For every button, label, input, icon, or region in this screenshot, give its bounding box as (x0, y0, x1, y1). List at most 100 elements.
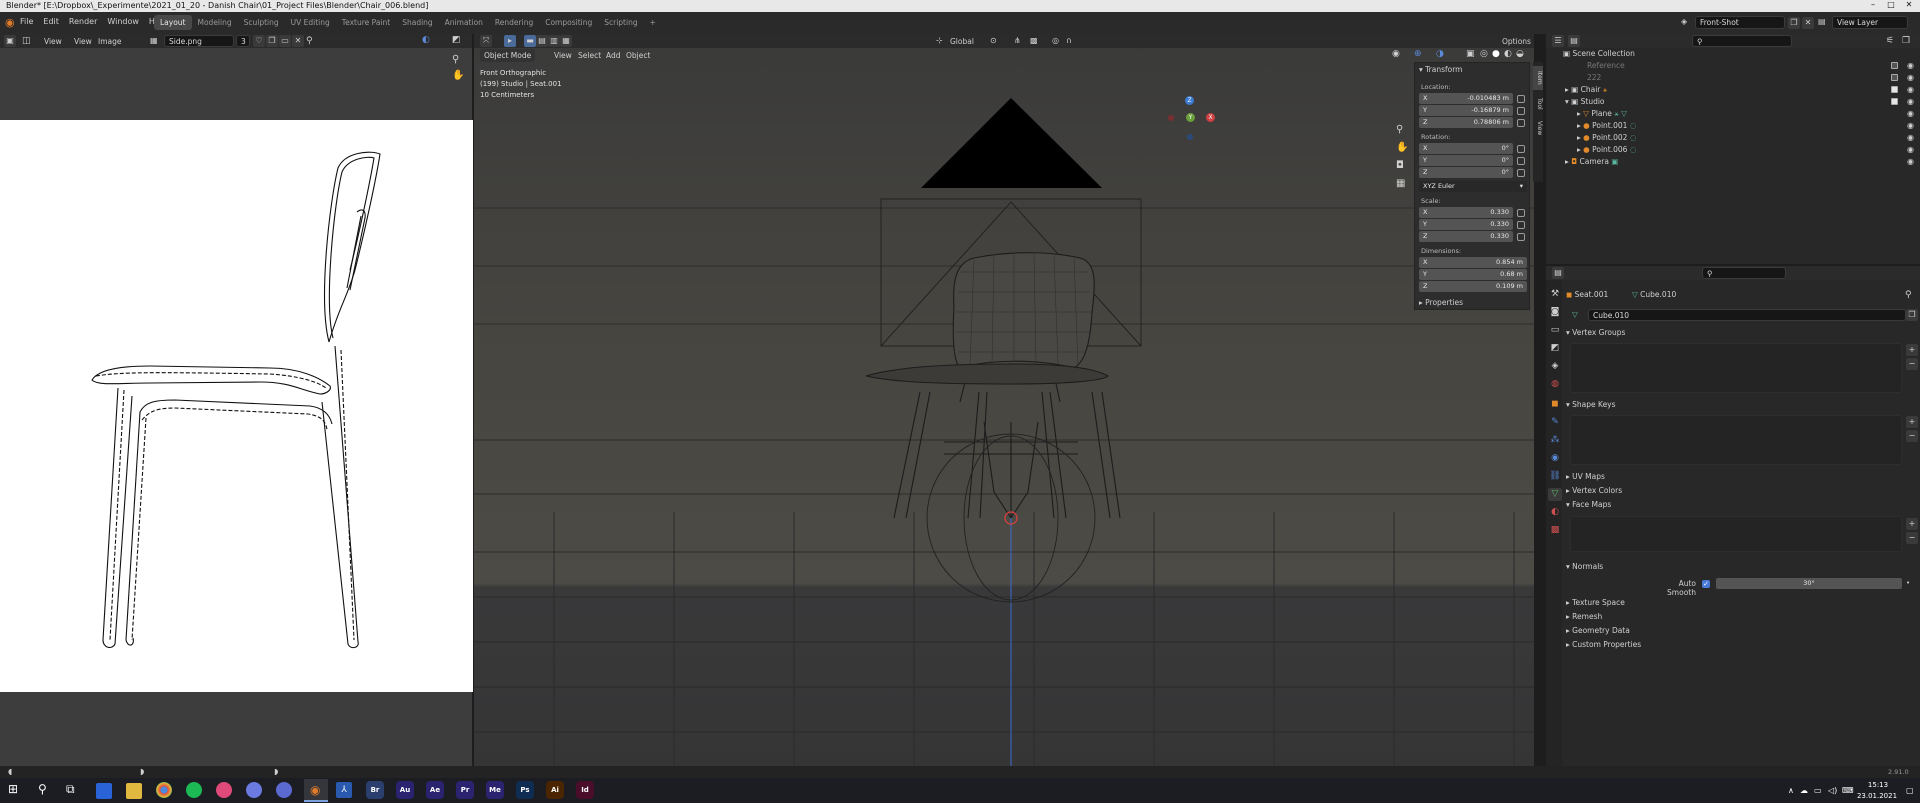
tab-item[interactable]: Item (1533, 66, 1543, 90)
dropbox-icon[interactable] (96, 783, 112, 799)
location-y-field[interactable]: Y -0.16879 m (1419, 105, 1513, 116)
open-image-icon[interactable]: ▭ (279, 35, 291, 47)
blender-taskbar-button[interactable]: ◉ (304, 779, 328, 802)
gizmo-z-axis[interactable]: Z (1185, 96, 1194, 105)
app-icon[interactable] (246, 782, 262, 798)
select-extend-icon[interactable]: ▤ (536, 35, 548, 47)
display-mode-icon[interactable]: ▤ (1568, 35, 1580, 47)
app-icon[interactable] (276, 782, 292, 798)
outliner-row[interactable]: ▾ ▣ Studio ◉ (1557, 96, 1920, 108)
viewport-select-menu[interactable]: Select (578, 51, 601, 60)
pan-hand-icon[interactable]: ✋ (452, 70, 464, 81)
tray-chevron-icon[interactable]: ∧ (1788, 786, 1794, 795)
image-editor-canvas[interactable]: ⚲ ✋ (0, 48, 473, 766)
menu-render[interactable]: Render (69, 17, 97, 26)
transform-tool-icon[interactable]: ⤧ (480, 35, 492, 47)
perspective-toggle-icon[interactable]: ▦ (1396, 178, 1405, 189)
taskbar-app-icon[interactable]: Ps (516, 781, 534, 799)
add-vertex-group-button[interactable]: + (1906, 344, 1918, 356)
tool-tab-icon[interactable]: ⚒ (1548, 288, 1562, 301)
snap-target-icon[interactable]: ▩ (1030, 36, 1038, 45)
file-explorer-icon[interactable] (126, 783, 142, 799)
unlink-image-icon[interactable]: ✕ (292, 35, 304, 47)
particles-tab-icon[interactable]: ⁂ (1548, 434, 1562, 447)
lock-icon[interactable] (1517, 145, 1525, 153)
mesh-data-tab-icon[interactable]: ▽ (1548, 488, 1562, 501)
dimensions-x-field[interactable]: X 0.854 m (1419, 257, 1527, 268)
physics-tab-icon[interactable]: ◉ (1548, 452, 1562, 465)
view-layer-tab-icon[interactable]: ◩ (1548, 342, 1562, 355)
select-invert-icon[interactable]: ▦ (560, 35, 572, 47)
navigation-gizmo[interactable]: Z Y X (1158, 96, 1218, 156)
gizmo-y-axis[interactable]: Y (1186, 113, 1195, 122)
gizmo-toggle-icon[interactable]: ⊕ (1414, 49, 1422, 59)
falloff-icon[interactable]: ∩ (1066, 36, 1072, 45)
lock-icon[interactable] (1517, 221, 1525, 229)
outliner-row[interactable]: ▸ ● Point.006 ◌ ◉ (1557, 144, 1920, 156)
tab-rendering[interactable]: Rendering (489, 15, 539, 30)
tab-animation[interactable]: Animation (439, 15, 489, 30)
outliner-row[interactable]: ▸ ▣ Chair ⚹ ◉ (1557, 84, 1920, 96)
delete-scene-icon[interactable]: ✕ (1802, 17, 1814, 29)
geometry-data-header[interactable]: ▸ Geometry Data (1566, 626, 1630, 635)
notifications-icon[interactable]: ▢ (1906, 786, 1914, 795)
object-tab-icon[interactable]: ◼ (1548, 398, 1562, 411)
proportional-edit-icon[interactable]: ◎ (1052, 36, 1059, 45)
material-tab-icon[interactable]: ◐ (1548, 506, 1562, 519)
viewport-object-menu[interactable]: Object (626, 51, 650, 60)
gizmo-neg-z[interactable] (1187, 134, 1193, 140)
new-collection-icon[interactable]: ❐ (1902, 36, 1910, 46)
taskbar-app-icon[interactable]: Pr (456, 781, 474, 799)
close-button[interactable]: ✕ (1900, 0, 1918, 12)
shape-keys-list[interactable] (1570, 415, 1902, 465)
view-icon[interactable]: ◫ (22, 36, 31, 46)
camera-view-icon[interactable]: ◘ (1396, 160, 1404, 171)
custom-properties-header[interactable]: ▸ Custom Properties (1566, 640, 1641, 649)
transform-section-header[interactable]: ▾ Transform (1419, 65, 1462, 74)
normals-header[interactable]: ▾ Normals (1566, 562, 1603, 571)
acrobat-icon[interactable]: ⅄ (336, 782, 352, 798)
scene-selector[interactable]: Front-Shot (1695, 16, 1785, 29)
location-x-field[interactable]: X -0.010483 m (1419, 93, 1513, 104)
taskbar-app-icon[interactable]: Ae (426, 781, 444, 799)
minimize-button[interactable]: – (1864, 0, 1882, 12)
outliner-search-input[interactable]: ⚲ (1692, 35, 1792, 47)
dimensions-z-field[interactable]: Z 0.109 m (1419, 281, 1527, 292)
texture-space-header[interactable]: ▸ Texture Space (1566, 598, 1625, 607)
world-tab-icon[interactable]: ◍ (1548, 378, 1562, 391)
lock-icon[interactable] (1517, 107, 1525, 115)
shading-material-icon[interactable]: ◐ (1504, 49, 1512, 59)
pin-icon[interactable]: ⚲ (1905, 290, 1912, 300)
rotation-mode-dropdown[interactable]: XYZ Euler ▾ (1419, 181, 1527, 192)
outliner-row[interactable]: ▣ Scene Collection (1557, 48, 1920, 60)
outliner-row[interactable]: ▸ ◘ Camera ▣ ◉ (1557, 156, 1920, 168)
viewport-zoom-icon[interactable]: ⚲ (1396, 124, 1403, 135)
task-view-icon[interactable]: ⧉ (66, 782, 75, 797)
menu-file[interactable]: File (20, 17, 33, 26)
render-tab-icon[interactable]: ◙ (1548, 306, 1562, 319)
snap-icon[interactable]: ⋔ (1014, 36, 1021, 45)
filter-icon[interactable]: ⚟ (1886, 36, 1894, 46)
lock-icon[interactable] (1517, 157, 1525, 165)
add-workspace-button[interactable]: + (644, 15, 662, 30)
viewport-add-menu[interactable]: Add (606, 51, 621, 60)
vertex-colors-header[interactable]: ▸ Vertex Colors (1566, 486, 1622, 495)
render-slot-icon[interactable]: ◩ (452, 35, 461, 45)
add-face-map-button[interactable]: + (1906, 518, 1918, 530)
editor-type-icon[interactable]: ▣ (4, 35, 16, 47)
image-editor-view-menu-2[interactable]: View (74, 37, 92, 46)
taskbar-app-icon[interactable]: Br (366, 781, 384, 799)
image-menu[interactable]: Image (98, 37, 122, 46)
select-new-icon[interactable]: ▬ (524, 35, 536, 47)
3d-viewport[interactable]: ⤧ ▸ ▬ ▤ ▥ ▦ ⊹ Global ⊙ ⋔ ▩ ◎ ∩ Options O… (474, 34, 1534, 766)
cloud-icon[interactable]: ☁ (1800, 786, 1808, 795)
output-tab-icon[interactable]: ▭ (1548, 324, 1562, 337)
mesh-datablock-field[interactable]: Cube.010 (1588, 309, 1906, 321)
image-name-field[interactable]: Side.png (164, 35, 234, 47)
maximize-button[interactable]: □ (1882, 0, 1900, 12)
taskbar-app-icon[interactable]: Me (486, 781, 504, 799)
fake-user-icon[interactable]: ♡ (253, 35, 265, 47)
uv-maps-header[interactable]: ▸ UV Maps (1566, 472, 1605, 481)
location-z-field[interactable]: Z 0.78806 m (1419, 117, 1513, 128)
properties-search-input[interactable]: ⚲ (1702, 267, 1786, 279)
